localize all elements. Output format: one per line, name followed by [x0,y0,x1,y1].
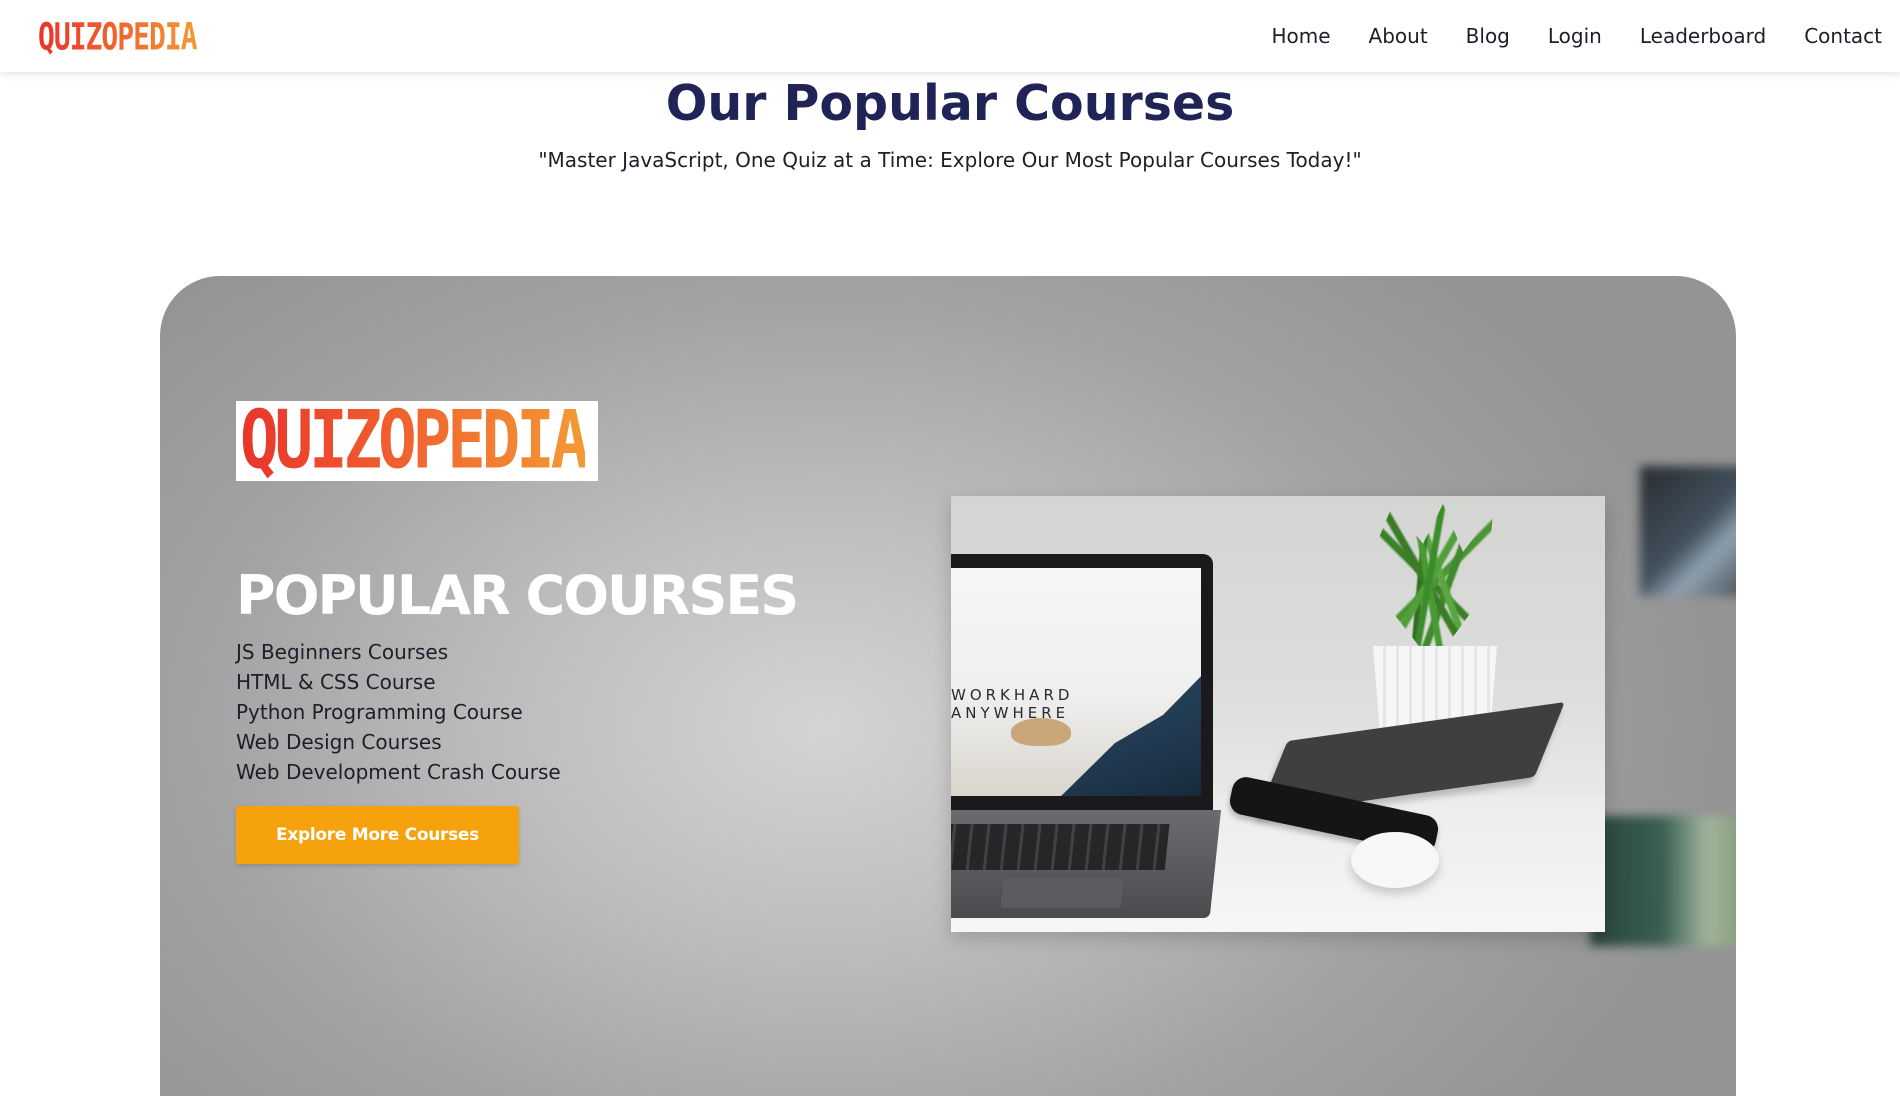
popular-courses-heading: POPULAR COURSES [236,564,799,627]
popular-courses-card: QUIZOPEDIA POPULAR COURSES JS Beginners … [160,276,1736,1096]
brand-logo[interactable]: QUIZOPEDIA [38,14,198,59]
course-item-web-dev-crash[interactable]: Web Development Crash Course [236,757,561,787]
plant-leaves [1333,504,1533,664]
main-nav: Home About Blog Login Leaderboard Contac… [1271,0,1882,72]
nav-home[interactable]: Home [1271,24,1330,48]
display-rock [1011,718,1071,746]
top-navbar: QUIZOPEDIA Home About Blog Login Leaderb… [0,0,1900,72]
computer-mouse [1351,832,1439,888]
nav-contact[interactable]: Contact [1804,24,1882,48]
course-item-html-css[interactable]: HTML & CSS Course [236,667,561,697]
section-subtitle: "Master JavaScript, One Quiz at a Time: … [538,148,1362,172]
explore-more-courses-button[interactable]: Explore More Courses [236,806,519,864]
course-hero-image: WORKHARD ANYWHERE [951,496,1605,932]
section-title: Our Popular Courses [665,75,1235,132]
laptop-display: WORKHARD ANYWHERE [951,568,1201,796]
course-item-js-beginners[interactable]: JS Beginners Courses [236,637,561,667]
laptop-base [951,810,1221,918]
course-list: JS Beginners Courses HTML & CSS Course P… [236,637,561,787]
card-logo-text: QUIZOPEDIA [240,401,589,481]
course-item-python[interactable]: Python Programming Course [236,697,561,727]
carousel-thumbnail-next[interactable] [1640,466,1736,596]
nav-leaderboard[interactable]: Leaderboard [1640,24,1766,48]
nav-login[interactable]: Login [1548,24,1602,48]
laptop-touchpad [1000,878,1124,908]
brand-logo-text: QUIZOPEDIA [38,13,198,59]
card-logo: QUIZOPEDIA [236,401,598,481]
nav-about[interactable]: About [1369,24,1428,48]
laptop-screen-text-line1: WORKHARD [951,686,1074,704]
display-mountain [1051,666,1201,796]
nav-blog[interactable]: Blog [1466,24,1510,48]
course-item-web-design[interactable]: Web Design Courses [236,727,561,757]
laptop-screen-text-line2: ANYWHERE [951,704,1070,722]
laptop-screen-text: WORKHARD ANYWHERE [951,686,1073,722]
laptop-keyboard [951,824,1170,870]
laptop-screen: WORKHARD ANYWHERE [951,554,1213,810]
carousel-thumbnail-prev[interactable] [1590,816,1736,946]
